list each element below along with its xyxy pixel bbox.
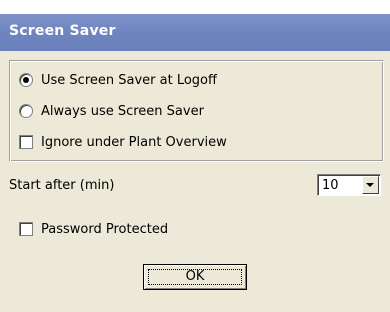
start-after-value: 10 [322,178,339,193]
password-protected-checkbox[interactable] [19,222,33,236]
screen-saver-dialog: Screen Saver Use Screen Saver at Logoff … [0,0,390,312]
dialog-title: Screen Saver [9,23,116,39]
title-bar: Screen Saver [0,14,390,51]
option-use-at-logoff[interactable]: Use Screen Saver at Logoff [19,71,217,89]
ok-button-label: OK [185,269,205,284]
option-password-protected[interactable]: Password Protected [19,220,168,238]
use-at-logoff-radio[interactable] [19,73,33,87]
always-use-label: Always use Screen Saver [41,103,204,119]
use-at-logoff-label: Use Screen Saver at Logoff [41,72,217,88]
start-after-dropdown[interactable]: 10 [317,174,381,196]
ok-button[interactable]: OK [143,264,247,290]
dropdown-button[interactable] [362,176,379,194]
option-always-use[interactable]: Always use Screen Saver [19,102,204,120]
password-protected-label: Password Protected [41,221,169,237]
ignore-plant-overview-label: Ignore under Plant Overview [41,134,227,150]
option-ignore-plant-overview[interactable]: Ignore under Plant Overview [19,133,227,151]
top-margin [0,0,390,14]
always-use-radio[interactable] [19,104,33,118]
ignore-plant-overview-checkbox[interactable] [19,135,33,149]
chevron-down-icon [366,183,374,187]
start-after-label: Start after (min) [9,178,115,193]
